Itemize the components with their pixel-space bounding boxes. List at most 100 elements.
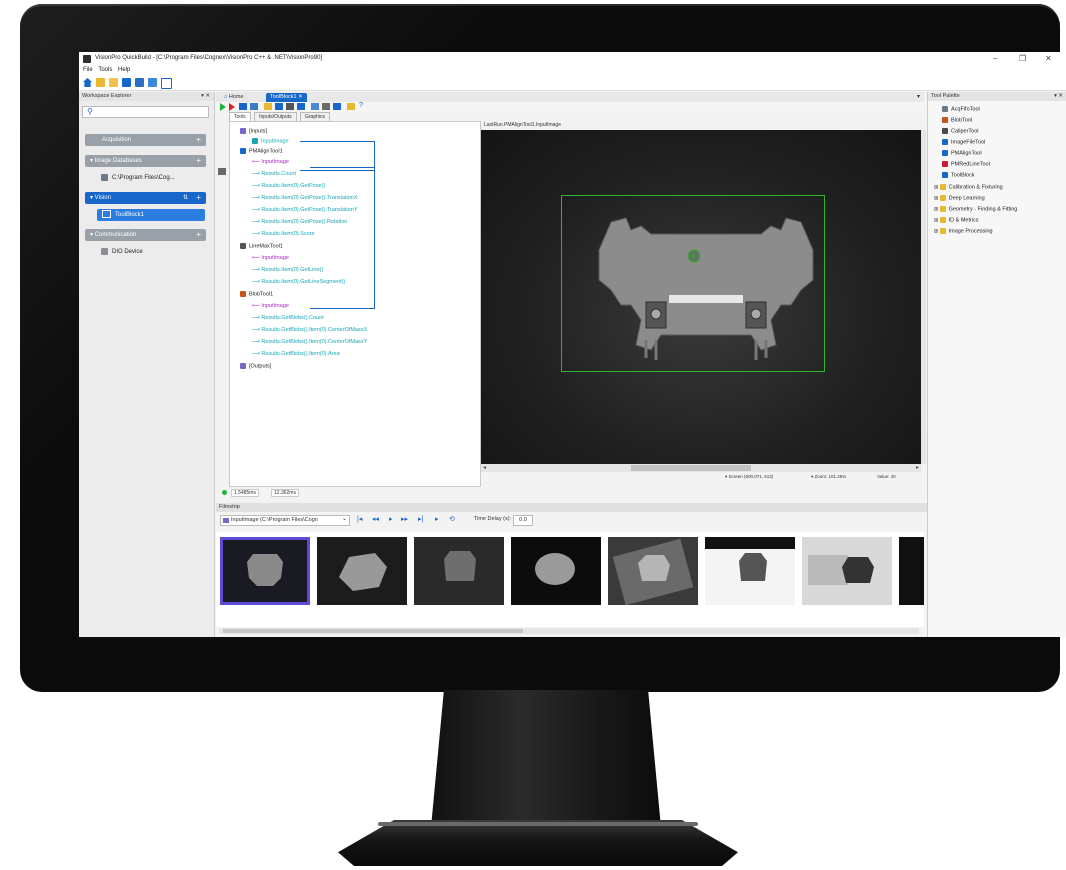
step-button[interactable]: ▸ [435,515,439,523]
paste-icon[interactable] [311,103,319,110]
tree-outputs[interactable]: [Outputs] [240,363,271,370]
palette-blob[interactable]: BlobTool [942,117,972,123]
expand-icon[interactable]: ⊞ [934,195,940,201]
side-tool-icon[interactable] [218,168,226,175]
tab-toolblock[interactable]: ToolBlock1 ✕ [266,93,307,102]
menu-tools[interactable]: Tools [98,67,112,73]
palette-pmalign[interactable]: PMAlignTool [942,150,982,156]
filmstrip-thumb-4[interactable] [511,537,601,605]
palette-caliper[interactable]: CaliperTool [942,128,979,134]
tree-linemax[interactable]: LineMaxTool1 [240,243,283,250]
save-as-icon[interactable] [135,78,144,87]
scroll-right-icon[interactable]: ▸ [916,464,919,471]
blob-result-3[interactable]: ⟶ Results.GetBlobs().Item(0).Area [252,351,340,358]
time-delay-input[interactable]: 0.0 [513,515,533,526]
window-icon[interactable] [161,78,172,89]
filmstrip-thumb-6[interactable] [705,537,795,605]
run-continuous-icon[interactable] [229,103,235,111]
add-communication-button[interactable]: + [196,229,201,241]
palette-pin-icon[interactable]: ▾ ✕ [1054,92,1063,101]
menu-help[interactable]: Help [118,67,130,73]
zoom-readout[interactable]: ▾ Zoom: 101.25% [811,474,846,480]
dio-device-item[interactable]: DIO Device [101,248,143,255]
image-databases-section[interactable]: ▾ Image Databases + [85,155,206,167]
coords-readout[interactable]: ▾ Screen (500.071, 513) [725,474,773,480]
palette-folder-id-metrics[interactable]: ⊞ ID & Metrics [934,217,979,223]
palette-acqfifo[interactable]: AcqFifoTool [942,106,980,112]
help-icon[interactable]: ? [359,102,363,109]
cut-icon[interactable] [286,103,294,110]
save-tool-icon[interactable] [275,103,283,110]
filmstrip-scroll-thumb[interactable] [223,629,523,633]
palette-folder-calibration[interactable]: ⊞ Calibration & Fixturing [934,184,1003,190]
blob-result-1[interactable]: ⟶ Results.GetBlobs().Item(0).CenterOfMas… [252,327,367,334]
filmstrip-source-select[interactable]: InputImage (C:\Program Files\Cogn [220,515,350,526]
image-scroll-thumb[interactable] [631,465,751,471]
last-frame-button[interactable]: ▸| [418,515,423,523]
expand-icon[interactable]: ⊞ [934,206,940,212]
filmstrip-thumb-1[interactable] [220,537,310,605]
tree-pmalign[interactable]: PMAlignTool1 [240,148,283,155]
tree-input-image[interactable]: InputImage [252,138,289,145]
new-icon[interactable] [96,78,105,87]
play-button[interactable]: ▸ [389,515,393,523]
blob-input-image[interactable]: ⟵ InputImage [252,303,289,310]
expand-icon[interactable]: ⊞ [934,217,940,223]
blob-result-2[interactable]: ⟶ Results.GetBlobs().Item(0).CenterOfMas… [252,339,367,346]
palette-pmredline[interactable]: PMRedLineTool [942,161,990,167]
prev-frame-button[interactable]: ◂◂ [372,515,379,523]
tab-tools[interactable]: Tools [229,112,251,121]
expand-icon[interactable]: ⊞ [934,184,940,190]
maximize-button[interactable]: ❐ [1019,54,1026,63]
filmstrip-thumb-2[interactable] [317,537,407,605]
add-acquisition-button[interactable]: + [196,134,201,146]
acquisition-section[interactable]: Acquisition + [85,134,206,146]
chevron-down-icon[interactable]: ⌄ [342,515,347,522]
tab-inputs-outputs[interactable]: Inputs/Outputs [254,112,297,121]
communication-section[interactable]: ▾ Communication + [85,229,206,241]
blob-result-0[interactable]: ⟶ Results.GetBlobs().Count [252,315,324,322]
palette-imagefile[interactable]: ImageFileTool [942,139,985,145]
open-icon[interactable] [264,103,272,110]
chart-icon[interactable] [347,103,355,110]
palette-toolblock[interactable]: ToolBlock [942,172,975,178]
palette-folder-image-processing[interactable]: ⊞ Image Processing [934,228,993,234]
image-display[interactable] [481,130,921,464]
first-frame-button[interactable]: |◂ [357,515,362,523]
acquire-icon[interactable] [148,78,157,87]
tab-overflow-icon[interactable]: ▾ [917,93,920,100]
filmstrip-thumb-3[interactable] [414,537,504,605]
save-icon[interactable] [122,78,131,87]
palette-folder-deep-learning[interactable]: ⊞ Deep Learning [934,195,985,201]
pin-icon[interactable]: ▾ ✕ [201,92,210,101]
image-icon[interactable] [239,103,247,110]
edit-icon[interactable] [250,103,258,110]
roi-rectangle[interactable] [561,195,825,372]
tree-blob[interactable]: BlobTool1 [240,291,273,298]
database-item[interactable]: C:\Program Files\Cog... [101,174,175,181]
minimize-button[interactable]: – [993,54,997,63]
loop-button[interactable]: ⟲ [449,515,455,523]
palette-folder-geometry[interactable]: ⊞ Geometry - Finding & Fitting [934,206,1017,212]
grid-icon[interactable] [322,103,330,110]
linemax-input-image[interactable]: ⟵ InputImage [252,255,289,262]
expand-icon[interactable]: ⊞ [934,228,940,234]
copy-icon[interactable] [297,103,305,110]
open-folder-icon[interactable] [109,78,118,87]
settings-icon[interactable] [333,103,341,110]
vision-section[interactable]: ▾ Vision ⇅ + [85,192,206,204]
pmalign-input-image[interactable]: ⟵ InputImage [252,159,289,166]
sort-icon[interactable]: ⇅ [183,192,188,204]
image-vertical-scrollbar[interactable] [921,130,926,464]
tab-graphics[interactable]: Graphics [300,112,331,121]
tree-inputs[interactable]: [Inputs] [240,128,267,135]
tab-home[interactable]: ⌂ Home [220,93,248,102]
close-button[interactable]: ✕ [1045,54,1052,63]
filmstrip-scrollbar[interactable] [219,628,919,634]
add-vision-button[interactable]: + [196,192,201,204]
scroll-left-icon[interactable]: ◂ [483,464,486,471]
menu-file[interactable]: File [83,67,93,73]
filmstrip-thumb-5[interactable] [608,537,698,605]
next-frame-button[interactable]: ▸▸ [401,515,408,523]
pm-result-0[interactable]: ⟶ Results.Count [252,171,296,178]
